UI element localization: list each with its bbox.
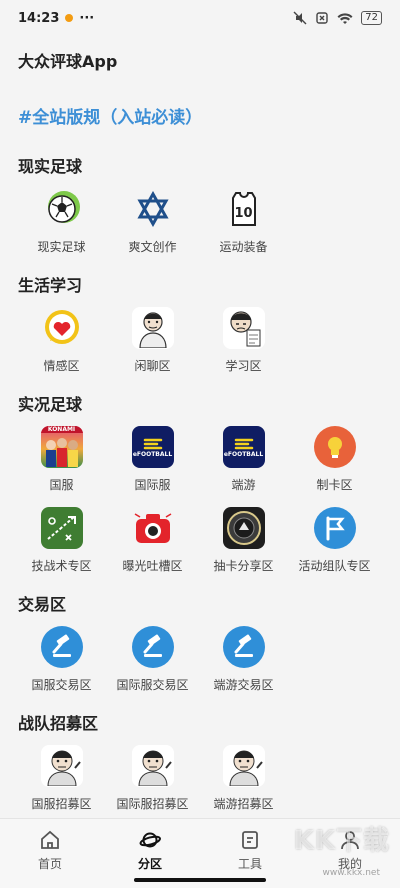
status-bar: 14:23 ··· 72 xyxy=(0,0,400,36)
category-cn-recruit[interactable]: 国服招募区 xyxy=(16,745,107,812)
category-label: 情感区 xyxy=(43,359,80,373)
section-title-efootball: 实况足球 xyxy=(18,395,83,414)
category-label: 国际服交易区 xyxy=(116,678,189,692)
category-grid: 技战术专区 曝光吐槽区 抽卡分享区 活动组队专区 xyxy=(0,503,400,584)
category-grid: 现实足球 爽文创作 10 运动装备 xyxy=(0,184,400,265)
home-indicator[interactable] xyxy=(134,878,266,882)
tab-home[interactable]: 首页 xyxy=(0,819,100,888)
category-pc-game[interactable]: eFOOTBALL 端游 xyxy=(198,426,289,493)
category-label: 现实足球 xyxy=(37,240,86,254)
category-cn-server[interactable]: KONAMI 国服 xyxy=(16,426,107,493)
efootball-badge: eFOOTBALL xyxy=(132,450,173,458)
efootball-icon: eFOOTBALL xyxy=(222,426,265,468)
category-label: 端游交易区 xyxy=(213,678,274,692)
lightbulb-icon xyxy=(313,426,356,468)
flag-icon xyxy=(313,507,356,549)
category-intl-server[interactable]: eFOOTBALL 国际服 xyxy=(107,426,198,493)
category-label: 抽卡分享区 xyxy=(213,559,274,573)
category-grid: 国服交易区 国际服交易区 端游交易区 xyxy=(0,622,400,703)
category-label: 活动组队专区 xyxy=(298,559,371,573)
category-grid: KONAMI 国服 eFOOTBALL 国际服 eFOOTBALL 端游 制卡区 xyxy=(0,422,400,503)
category-real-football[interactable]: 现实足球 xyxy=(16,188,107,255)
category-tactics[interactable]: 技战术专区 xyxy=(16,507,107,574)
status-time: 14:23 xyxy=(18,10,60,26)
chat-meme-icon xyxy=(131,307,174,349)
battery-indicator: 72 xyxy=(361,11,382,25)
soccer-ball-icon xyxy=(41,188,83,230)
category-sports-gear[interactable]: 10 运动装备 xyxy=(198,188,289,255)
category-label: 运动装备 xyxy=(219,240,268,254)
notification-dot-icon xyxy=(65,14,74,22)
app-title: 大众评球App xyxy=(18,52,118,71)
category-chat[interactable]: 闲聊区 xyxy=(107,307,198,374)
efootball-badge: eFOOTBALL xyxy=(223,450,264,458)
tab-label: 工具 xyxy=(237,857,262,871)
no-sim-icon xyxy=(316,12,328,24)
card-badge-icon xyxy=(222,507,265,549)
recruit-meme-icon xyxy=(40,745,83,787)
category-pc-trade[interactable]: 端游交易区 xyxy=(198,626,289,693)
watermark-url: www.kkx.net xyxy=(322,868,381,878)
category-grid: 情感区 闲聊区 学习区 xyxy=(0,303,400,384)
category-emotion[interactable]: 情感区 xyxy=(16,307,107,374)
section-title-real-football: 现实足球 xyxy=(18,157,83,176)
category-intl-recruit[interactable]: 国际服招募区 xyxy=(107,745,198,812)
category-label: 国服 xyxy=(49,478,74,492)
tactics-board-icon xyxy=(40,507,83,549)
category-cn-trade[interactable]: 国服交易区 xyxy=(16,626,107,693)
section-title-team-recruit: 战队招募区 xyxy=(18,714,99,733)
category-label: 端游招募区 xyxy=(213,797,274,811)
tab-label: 首页 xyxy=(37,857,62,871)
category-exposure[interactable]: 曝光吐槽区 xyxy=(107,507,198,574)
star-of-david-icon xyxy=(132,188,174,230)
category-label: 爽文创作 xyxy=(128,240,177,254)
category-label: 国际服招募区 xyxy=(116,797,189,811)
section-title-trade: 交易区 xyxy=(18,595,67,614)
wifi-icon xyxy=(337,12,353,24)
category-gacha-share[interactable]: 抽卡分享区 xyxy=(198,507,289,574)
category-label: 学习区 xyxy=(225,359,262,373)
watermark-logo: KK下载 xyxy=(293,826,390,856)
category-grid: 国服招募区 国际服招募区 端游招募区 xyxy=(0,741,400,822)
gavel-icon xyxy=(40,626,83,668)
category-study[interactable]: 学习区 xyxy=(198,307,289,374)
jersey-icon: 10 xyxy=(223,188,265,230)
section-title-life-study: 生活学习 xyxy=(18,276,83,295)
category-intl-trade[interactable]: 国际服交易区 xyxy=(107,626,198,693)
mute-icon xyxy=(293,11,307,25)
category-label: 国际服 xyxy=(134,478,171,492)
konami-badge: KONAMI xyxy=(40,426,83,433)
camera-icon xyxy=(132,507,174,549)
category-label: 国服招募区 xyxy=(31,797,92,811)
konami-cover-icon: KONAMI xyxy=(40,426,83,468)
home-icon xyxy=(41,830,59,849)
category-fiction-writing[interactable]: 爽文创作 xyxy=(107,188,198,255)
planet-icon xyxy=(139,832,161,848)
tool-icon xyxy=(242,831,258,849)
category-label: 端游 xyxy=(231,478,256,492)
efootball-icon: eFOOTBALL xyxy=(131,426,174,468)
status-more-dots: ··· xyxy=(79,10,95,26)
category-label: 技战术专区 xyxy=(31,559,92,573)
recruit-meme-icon xyxy=(222,745,265,787)
category-pc-recruit[interactable]: 端游招募区 xyxy=(198,745,289,812)
heart-bubble-icon xyxy=(41,307,83,349)
study-meme-icon xyxy=(222,307,265,349)
category-label: 国服交易区 xyxy=(31,678,92,692)
category-label: 闲聊区 xyxy=(134,359,171,373)
jersey-number: 10 xyxy=(234,205,253,221)
tab-label: 分区 xyxy=(137,857,162,871)
category-event-team[interactable]: 活动组队专区 xyxy=(289,507,380,574)
recruit-meme-icon xyxy=(131,745,174,787)
category-label: 曝光吐槽区 xyxy=(122,559,183,573)
gavel-icon xyxy=(131,626,174,668)
category-card-making[interactable]: 制卡区 xyxy=(289,426,380,493)
category-label: 制卡区 xyxy=(316,478,353,492)
gavel-icon xyxy=(222,626,265,668)
rules-link[interactable]: #全站版规（入站必读） xyxy=(0,84,400,146)
